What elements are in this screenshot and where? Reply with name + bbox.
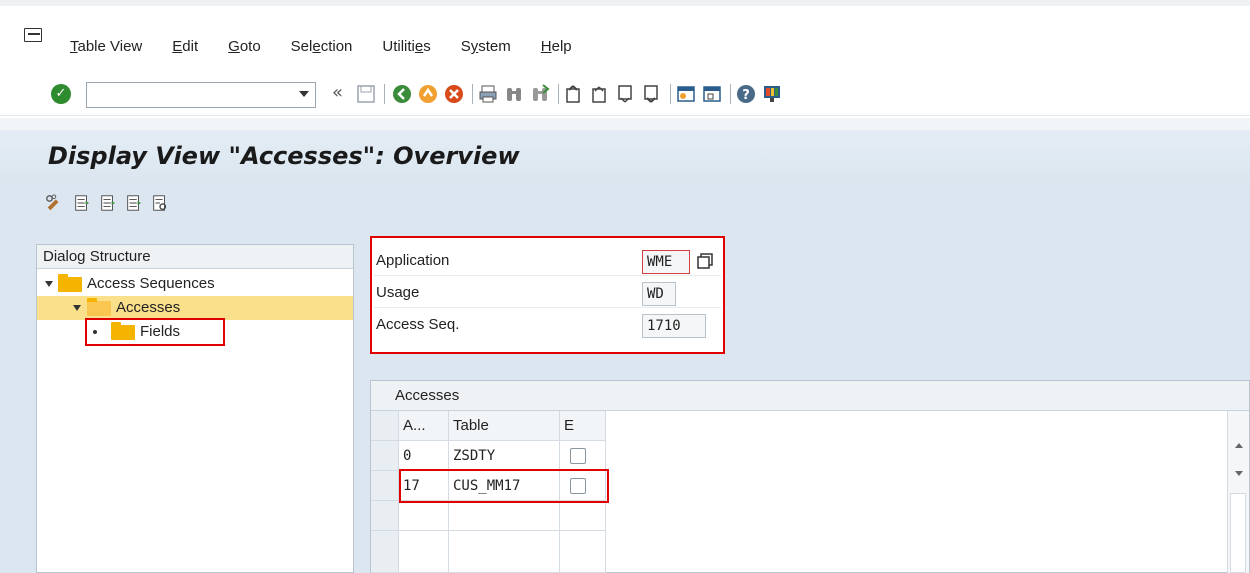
work-area: Dialog Structure Access Sequences Access… — [0, 222, 1250, 573]
tree-node-access-sequences[interactable]: Access Sequences — [37, 272, 353, 296]
select-block-icon[interactable] — [99, 194, 117, 212]
cancel-icon[interactable] — [444, 84, 464, 104]
row-selector[interactable] — [371, 441, 399, 471]
access-cell[interactable]: 17 — [399, 471, 449, 501]
folder-icon — [58, 274, 82, 292]
access-seq-label: Access Seq. — [376, 316, 460, 333]
create-session-icon[interactable] — [676, 84, 696, 104]
leaf-bullet-icon — [93, 330, 97, 334]
empty-cell[interactable] — [560, 531, 606, 573]
tree-node-label: Accesses — [116, 299, 181, 316]
row-selector[interactable] — [371, 531, 399, 573]
menu-table-view[interactable]: Table View — [70, 38, 142, 55]
scroll-track[interactable] — [1230, 493, 1246, 573]
header-fields-panel: Application WME Usage WD Access Seq. 171… — [370, 236, 725, 354]
expand-triangle-icon[interactable] — [73, 305, 81, 311]
print-view-icon[interactable] — [151, 194, 169, 212]
usage-row: Usage WD — [374, 278, 721, 308]
title-bar: Display View "Accesses": Overview — [0, 118, 1250, 182]
tree-node-accesses[interactable]: Accesses — [37, 296, 353, 320]
copy-icon[interactable] — [696, 252, 714, 270]
find-next-icon[interactable] — [530, 84, 550, 104]
empty-cell[interactable] — [560, 501, 606, 531]
menu-items: Table View Edit Goto Selection Utilities… — [70, 38, 602, 55]
first-page-icon[interactable] — [564, 84, 584, 104]
empty-cell[interactable] — [449, 501, 560, 531]
select-all-icon[interactable] — [73, 194, 91, 212]
table-scrollbar[interactable] — [1227, 411, 1249, 573]
display-change-icon[interactable] — [45, 194, 63, 212]
menu-icon[interactable] — [24, 28, 42, 42]
access-seq-field[interactable]: 1710 — [642, 314, 706, 338]
menu-selection[interactable]: Selection — [291, 38, 353, 55]
toolbar-separator — [558, 84, 559, 104]
next-page-icon[interactable] — [616, 84, 636, 104]
empty-cell[interactable] — [449, 531, 560, 573]
standard-toolbar: ✓ « ? — [0, 76, 1250, 116]
scroll-up-icon[interactable] — [1235, 443, 1243, 448]
column-header-exclusive[interactable]: E — [560, 411, 606, 441]
page-title: Display View "Accesses": Overview — [48, 142, 520, 170]
menu-edit[interactable]: Edit — [172, 38, 198, 55]
column-header-table[interactable]: Table — [449, 411, 560, 441]
empty-cell[interactable] — [399, 531, 449, 573]
toolbar-separator — [670, 84, 671, 104]
application-label: Application — [376, 252, 450, 269]
chevron-down-icon[interactable] — [299, 91, 309, 97]
back-chevron-icon[interactable]: « — [332, 82, 343, 103]
dialog-structure-panel: Dialog Structure Access Sequences Access… — [36, 244, 354, 573]
help-icon[interactable]: ? — [736, 84, 756, 104]
scroll-down-icon[interactable] — [1235, 471, 1243, 476]
menu-utilities[interactable]: Utilities — [382, 38, 430, 55]
access-cell[interactable]: 0 — [399, 441, 449, 471]
menu-goto[interactable]: Goto — [228, 38, 261, 55]
enter-check-icon[interactable]: ✓ — [51, 84, 71, 104]
previous-page-icon[interactable] — [590, 84, 610, 104]
print-icon[interactable] — [478, 84, 498, 104]
tree-node-label: Fields — [140, 323, 181, 340]
toolbar-separator — [730, 84, 731, 104]
table-cell[interactable]: ZSDTY — [449, 441, 560, 471]
row-selector-header[interactable] — [371, 411, 399, 441]
generate-shortcut-icon[interactable] — [702, 84, 722, 104]
expand-triangle-icon[interactable] — [45, 281, 53, 287]
last-page-icon[interactable] — [642, 84, 662, 104]
back-icon[interactable] — [392, 84, 412, 104]
empty-cell[interactable] — [399, 501, 449, 531]
dialog-structure-title: Dialog Structure — [37, 245, 353, 269]
tree-node-label: Access Sequences — [87, 275, 215, 292]
find-icon[interactable] — [504, 84, 524, 104]
exclusive-checkbox[interactable] — [570, 448, 586, 464]
access-seq-row: Access Seq. 1710 — [374, 310, 721, 340]
column-header-access[interactable]: A... — [399, 411, 449, 441]
exit-icon[interactable] — [418, 84, 438, 104]
toolbar-separator — [472, 84, 473, 104]
svg-text:?: ? — [742, 88, 750, 103]
command-field[interactable] — [86, 82, 316, 108]
usage-label: Usage — [376, 284, 420, 301]
application-row: Application WME — [374, 246, 721, 276]
exclusive-cell — [560, 441, 606, 471]
row-selector[interactable] — [371, 501, 399, 531]
deselect-all-icon[interactable] — [125, 194, 143, 212]
application-field[interactable]: WME — [642, 250, 690, 274]
folder-open-icon — [87, 298, 111, 316]
toolbar-separator — [384, 84, 385, 104]
accesses-table-panel: Accesses A... Table E 0 ZSDTY 17 CUS_MM1… — [370, 380, 1250, 573]
menu-system[interactable]: System — [461, 38, 511, 55]
accesses-table-title: Accesses — [371, 381, 1249, 411]
tree-node-fields[interactable]: Fields — [37, 320, 353, 344]
customize-layout-icon[interactable] — [762, 84, 782, 104]
table-cell[interactable]: CUS_MM17 — [449, 471, 560, 501]
menu-bar: Table View Edit Goto Selection Utilities… — [0, 0, 1250, 72]
exclusive-cell — [560, 471, 606, 501]
menu-help[interactable]: Help — [541, 38, 572, 55]
row-selector[interactable] — [371, 471, 399, 501]
folder-icon — [111, 322, 135, 340]
save-icon[interactable] — [356, 84, 376, 104]
exclusive-checkbox[interactable] — [570, 478, 586, 494]
usage-field[interactable]: WD — [642, 282, 676, 306]
application-toolbar — [0, 182, 1250, 222]
